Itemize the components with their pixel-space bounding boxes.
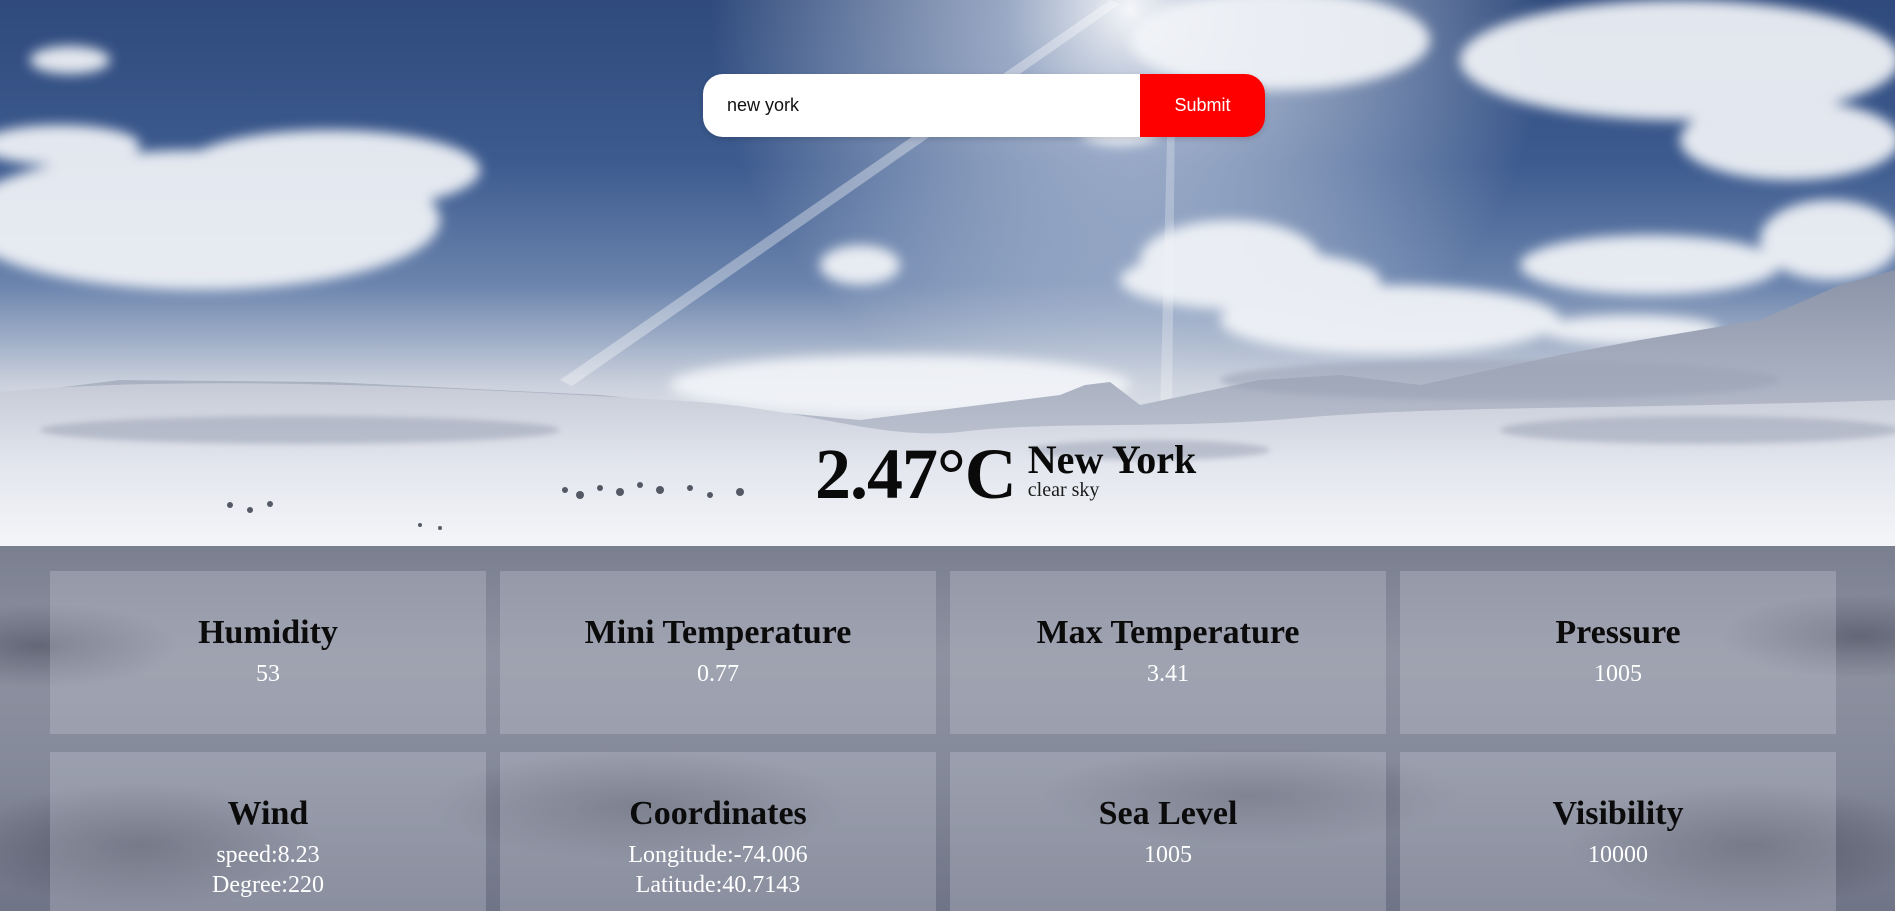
card-title: Sea Level: [1098, 795, 1238, 832]
wind-degree: Degree:220: [212, 872, 324, 898]
card-title: Humidity: [198, 614, 338, 651]
pressure-card: Pressure 1005: [1400, 571, 1836, 734]
submit-button[interactable]: Submit: [1140, 74, 1265, 137]
coordinates-card: Coordinates Longitude:-74.006 Latitude:4…: [500, 752, 936, 911]
card-title: Max Temperature: [1036, 614, 1300, 651]
card-title: Mini Temperature: [584, 614, 852, 651]
card-title: Wind: [227, 795, 309, 832]
wind-speed: speed:8.23: [216, 842, 320, 868]
card-value: 1005: [1594, 661, 1642, 687]
card-title: Coordinates: [629, 795, 807, 832]
weather-description: clear sky: [1027, 479, 1100, 501]
card-value: 53: [256, 661, 280, 687]
card-title: Visibility: [1552, 795, 1684, 832]
wind-card: Wind speed:8.23 Degree:220: [50, 752, 486, 911]
visibility-card: Visibility 10000: [1400, 752, 1836, 911]
current-temperature: 2.47°C: [815, 434, 1017, 514]
latitude-value: Latitude:40.7143: [635, 872, 801, 898]
max-temperature-card: Max Temperature 3.41: [950, 571, 1386, 734]
current-weather: 2.47°C New York clear sky: [815, 438, 1196, 510]
sea-level-card: Sea Level 1005: [950, 752, 1386, 911]
city-name: New York: [1027, 437, 1197, 482]
humidity-card: Humidity 53: [50, 571, 486, 734]
card-value: 10000: [1588, 842, 1648, 868]
card-value: 1005: [1144, 842, 1192, 868]
min-temperature-card: Mini Temperature 0.77: [500, 571, 936, 734]
card-value: 0.77: [697, 661, 739, 687]
search-bar: Submit: [703, 74, 1265, 137]
stats-panel: Humidity 53 Mini Temperature 0.77 Max Te…: [0, 546, 1895, 911]
card-title: Pressure: [1555, 614, 1681, 651]
location-block: New York clear sky: [1027, 437, 1197, 501]
hero-background: Submit 2.47°C New York clear sky: [0, 0, 1895, 546]
longitude-value: Longitude:-74.006: [628, 842, 808, 868]
card-value: 3.41: [1147, 661, 1189, 687]
city-search-input[interactable]: [703, 74, 1140, 137]
